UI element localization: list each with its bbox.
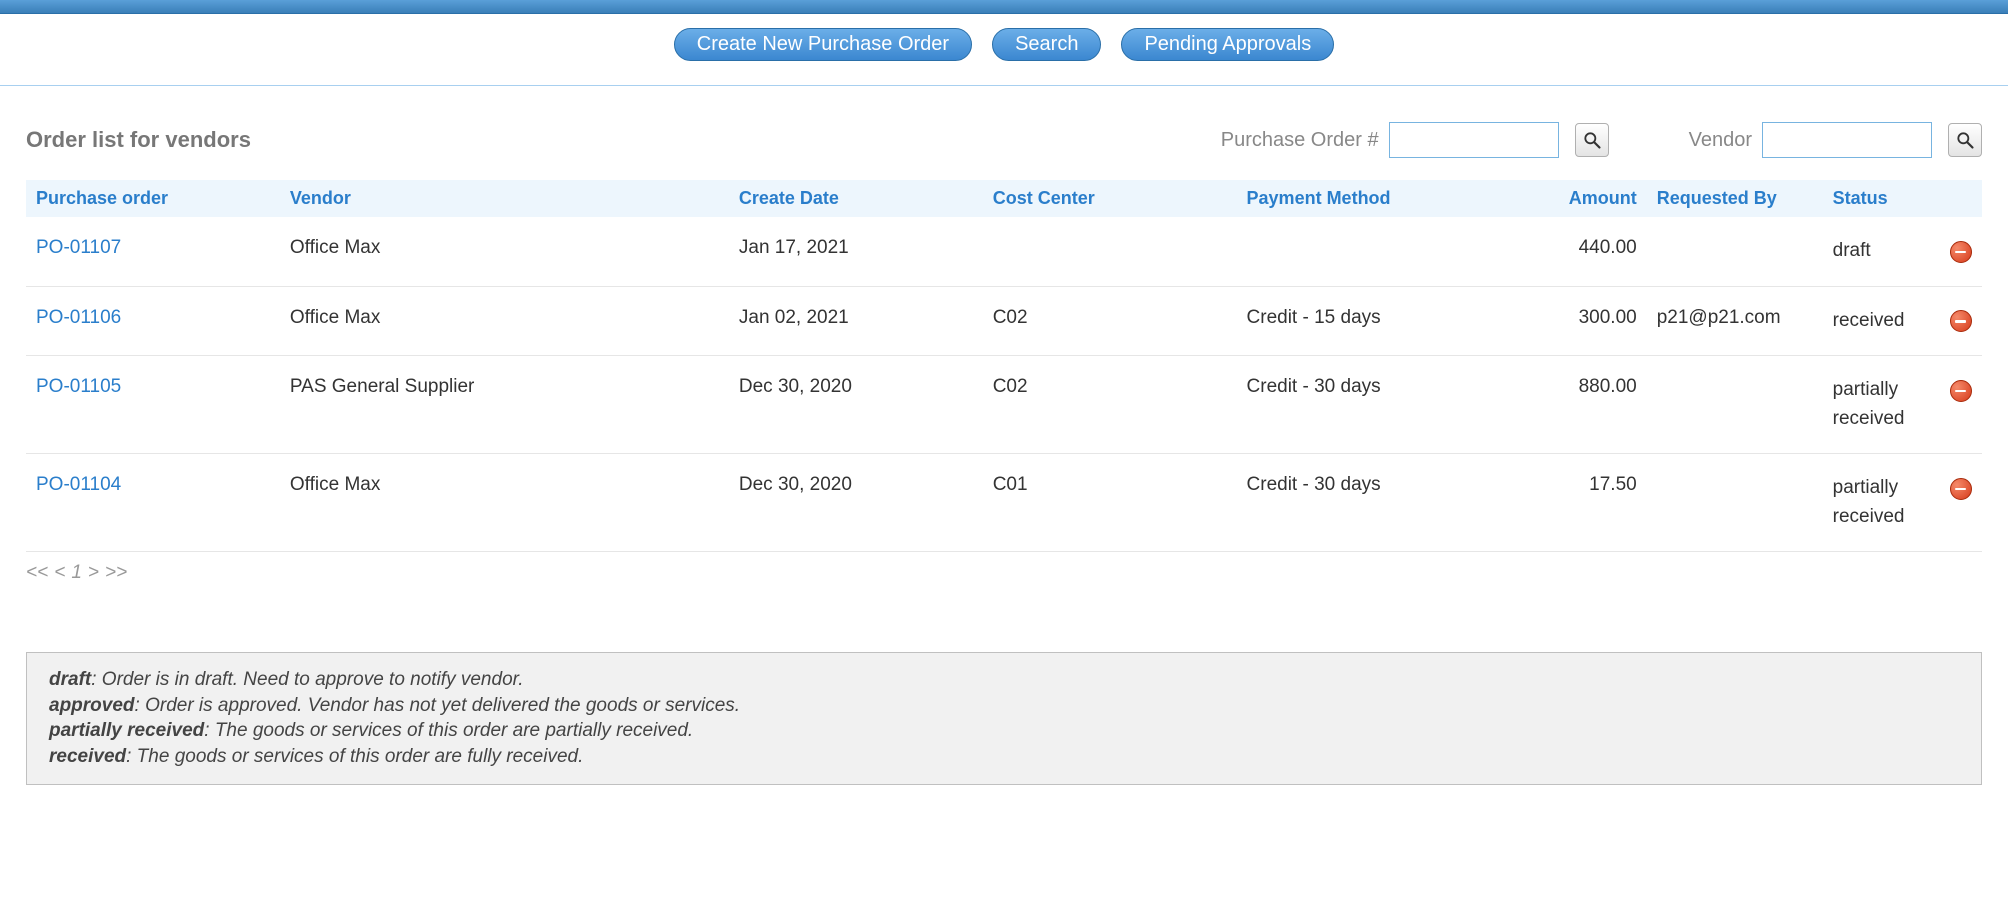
cell-amount: 440.00 [1529, 217, 1646, 286]
cell-payment-method [1237, 217, 1530, 286]
po-filter-group: Purchase Order # [1221, 122, 1609, 158]
cell-cost-center: C02 [983, 356, 1237, 454]
cell-status: draft [1823, 217, 1940, 286]
vendor-filter-group: Vendor [1689, 122, 1982, 158]
cell-amount: 880.00 [1529, 356, 1646, 454]
pager-first[interactable]: << [26, 562, 48, 584]
col-amount[interactable]: Amount [1529, 180, 1646, 217]
cell-create-date: Jan 02, 2021 [729, 286, 983, 356]
legend-line: partially received: The goods or service… [49, 718, 1959, 744]
col-requested-by[interactable]: Requested By [1647, 180, 1823, 217]
cell-vendor: PAS General Supplier [280, 356, 729, 454]
table-header-row: Purchase order Vendor Create Date Cost C… [26, 180, 1982, 217]
legend-desc: : Order is in draft. Need to approve to … [91, 669, 523, 690]
cell-status: received [1823, 286, 1940, 356]
table-row: PO-01106 Office MaxJan 02, 2021C02Credit … [26, 286, 1982, 356]
cell-create-date: Jan 17, 2021 [729, 217, 983, 286]
po-link[interactable]: PO-01104 [36, 474, 121, 495]
vendor-input[interactable] [1762, 122, 1932, 158]
order-table: Purchase order Vendor Create Date Cost C… [26, 180, 1982, 552]
content-area: Order list for vendors Purchase Order # … [0, 86, 2008, 825]
cell-cost-center: C02 [983, 286, 1237, 356]
legend-term: partially received [49, 720, 204, 741]
legend-line: draft: Order is in draft. Need to approv… [49, 667, 1959, 693]
col-cost-center[interactable]: Cost Center [983, 180, 1237, 217]
po-link[interactable]: PO-01107 [36, 237, 121, 258]
search-icon [1955, 130, 1975, 150]
col-status[interactable]: Status [1823, 180, 1940, 217]
search-button[interactable]: Search [992, 28, 1101, 61]
cell-amount: 17.50 [1529, 454, 1646, 552]
legend-desc: : Order is approved. Vendor has not yet … [135, 695, 741, 716]
table-row: PO-01107 Office MaxJan 17, 2021 440.00 draf… [26, 217, 1982, 286]
cell-status: partially received [1823, 356, 1940, 454]
table-row: PO-01104 Office MaxDec 30, 2020C01Credit … [26, 454, 1982, 552]
po-search-icon-button[interactable] [1575, 123, 1609, 157]
pager-last[interactable]: >> [105, 562, 127, 584]
pager-prev[interactable]: < [54, 562, 65, 584]
cell-vendor: Office Max [280, 217, 729, 286]
legend-line: received: The goods or services of this … [49, 744, 1959, 770]
legend-desc: : The goods or services of this order ar… [126, 746, 583, 767]
cell-payment-method: Credit - 30 days [1237, 356, 1530, 454]
legend-desc: : The goods or services of this order ar… [204, 720, 693, 741]
col-create-date[interactable]: Create Date [729, 180, 983, 217]
cell-create-date: Dec 30, 2020 [729, 454, 983, 552]
delete-icon[interactable] [1950, 478, 1972, 500]
vendor-filter-label: Vendor [1689, 129, 1752, 152]
cell-cost-center: C01 [983, 454, 1237, 552]
po-link[interactable]: PO-01106 [36, 307, 121, 328]
search-icon [1582, 130, 1602, 150]
subheader: Order list for vendors Purchase Order # … [26, 96, 1982, 166]
cell-cost-center [983, 217, 1237, 286]
legend-term: approved [49, 695, 135, 716]
delete-icon[interactable] [1950, 241, 1972, 263]
pager-next[interactable]: > [88, 562, 99, 584]
cell-vendor: Office Max [280, 286, 729, 356]
status-legend: draft: Order is in draft. Need to approv… [26, 652, 1982, 785]
table-row: PO-01105 PAS General SupplierDec 30, 2020… [26, 356, 1982, 454]
col-po[interactable]: Purchase order [26, 180, 280, 217]
cell-requested-by [1647, 356, 1823, 454]
po-number-input[interactable] [1389, 122, 1559, 158]
cell-requested-by [1647, 217, 1823, 286]
legend-term: draft [49, 669, 91, 690]
po-filter-label: Purchase Order # [1221, 129, 1379, 152]
col-payment-method[interactable]: Payment Method [1237, 180, 1530, 217]
cell-payment-method: Credit - 30 days [1237, 454, 1530, 552]
col-actions [1940, 180, 1982, 217]
cell-requested-by: p21@p21.com [1647, 286, 1823, 356]
vendor-search-icon-button[interactable] [1948, 123, 1982, 157]
create-new-po-button[interactable]: Create New Purchase Order [674, 28, 972, 61]
delete-icon[interactable] [1950, 310, 1972, 332]
col-vendor[interactable]: Vendor [280, 180, 729, 217]
pager-current: 1 [71, 562, 82, 584]
action-bar: Create New Purchase Order Search Pending… [0, 14, 2008, 86]
cell-amount: 300.00 [1529, 286, 1646, 356]
cell-requested-by [1647, 454, 1823, 552]
legend-term: received [49, 746, 126, 767]
page-title: Order list for vendors [26, 127, 251, 153]
window-title-bar [0, 0, 2008, 14]
cell-status: partially received [1823, 454, 1940, 552]
cell-vendor: Office Max [280, 454, 729, 552]
cell-payment-method: Credit - 15 days [1237, 286, 1530, 356]
po-link[interactable]: PO-01105 [36, 376, 121, 397]
pending-approvals-button[interactable]: Pending Approvals [1121, 28, 1334, 61]
legend-line: approved: Order is approved. Vendor has … [49, 693, 1959, 719]
cell-create-date: Dec 30, 2020 [729, 356, 983, 454]
delete-icon[interactable] [1950, 380, 1972, 402]
pager: << < 1 > >> [26, 552, 1982, 594]
